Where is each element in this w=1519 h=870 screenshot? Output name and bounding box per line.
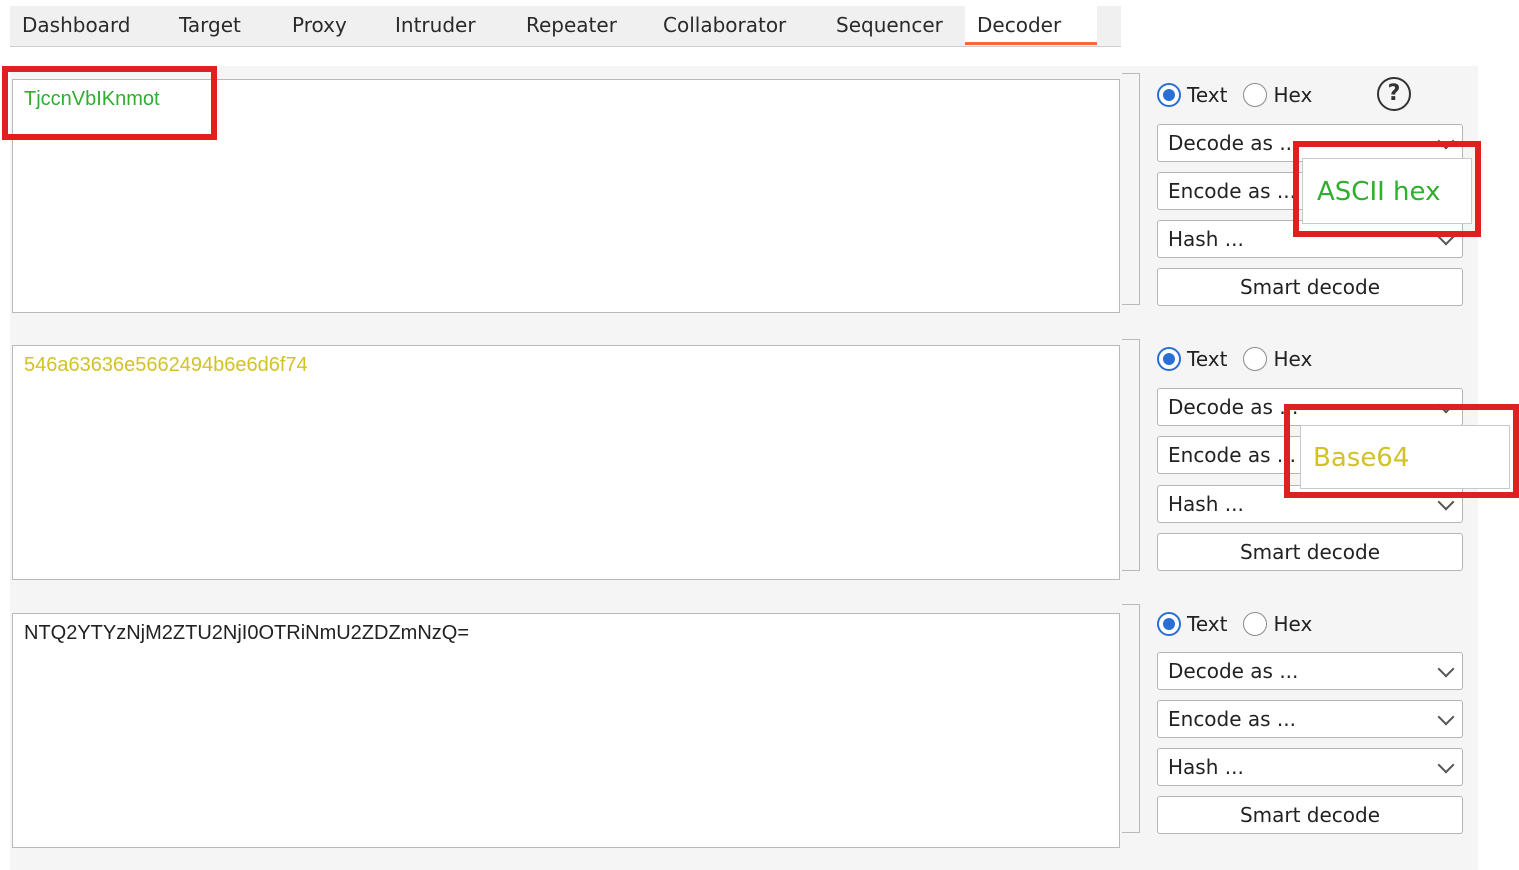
decode-as-select-2[interactable]: Decode as ... xyxy=(1157,388,1463,426)
radio-hex-label: Hex xyxy=(1273,83,1313,107)
decode-as-select-3[interactable]: Decode as ... xyxy=(1157,652,1463,690)
select-label: Hash ... xyxy=(1168,755,1244,779)
decode-as-select-1[interactable]: Decode as ... xyxy=(1157,124,1463,162)
encode-as-select-3[interactable]: Encode as ... xyxy=(1157,700,1463,738)
decoder-input-3[interactable]: NTQ2YTYzNjM2ZTU2NjI0OTRiNmU2ZDZmNzQ= xyxy=(12,613,1120,848)
radio-text-3[interactable] xyxy=(1157,612,1181,636)
chevron-down-icon xyxy=(1437,493,1455,511)
tab-decoder[interactable]: Decoder xyxy=(965,6,1097,45)
hash-select-1[interactable]: Hash ... xyxy=(1157,220,1463,258)
tab-dashboard[interactable]: Dashboard xyxy=(10,6,154,45)
chevron-down-icon xyxy=(1437,228,1455,246)
chevron-down-icon xyxy=(1437,756,1455,774)
select-label: Hash ... xyxy=(1168,227,1244,251)
hash-select-2[interactable]: Hash ... xyxy=(1157,485,1463,523)
radio-text-label: Text xyxy=(1187,612,1228,636)
help-icon[interactable]: ? xyxy=(1377,77,1411,111)
select-label: Encode as ... xyxy=(1168,179,1297,203)
row-2-format-radios: Text Hex xyxy=(1157,344,1328,374)
chevron-down-icon xyxy=(1437,396,1455,414)
radio-text-2[interactable] xyxy=(1157,347,1181,371)
tab-collaborator[interactable]: Collaborator xyxy=(651,6,811,45)
row-2-divider xyxy=(1122,339,1140,571)
decoder-input-2[interactable]: 546a63636e5662494b6e6d6f74 xyxy=(12,345,1120,580)
radio-hex-label: Hex xyxy=(1273,612,1313,636)
tab-sequencer[interactable]: Sequencer xyxy=(824,6,964,45)
encode-option-ascii-hex[interactable]: ASCII hex xyxy=(1302,158,1472,224)
tab-target[interactable]: Target xyxy=(167,6,267,45)
row-3-divider xyxy=(1122,604,1140,833)
row-1-divider xyxy=(1122,73,1140,305)
chevron-down-icon xyxy=(1437,660,1455,678)
smart-decode-button-2[interactable]: Smart decode xyxy=(1157,533,1463,571)
chevron-down-icon xyxy=(1437,708,1455,726)
radio-text-label: Text xyxy=(1187,347,1228,371)
tab-bar: Dashboard Target Proxy Intruder Repeater… xyxy=(10,6,1121,47)
tab-repeater[interactable]: Repeater xyxy=(514,6,641,45)
radio-hex-1[interactable] xyxy=(1243,83,1268,107)
radio-hex-2[interactable] xyxy=(1243,347,1268,371)
radio-text-label: Text xyxy=(1187,83,1228,107)
select-label: Decode as ... xyxy=(1168,659,1299,683)
select-label: Encode as ... xyxy=(1168,707,1297,731)
radio-text-1[interactable] xyxy=(1157,83,1181,107)
row-3-format-radios: Text Hex xyxy=(1157,609,1328,639)
tab-intruder[interactable]: Intruder xyxy=(383,6,498,45)
radio-hex-3[interactable] xyxy=(1243,612,1268,636)
radio-hex-label: Hex xyxy=(1273,347,1313,371)
select-label: Decode as ... xyxy=(1168,131,1299,155)
select-label: Encode as ... xyxy=(1168,443,1297,467)
select-label: Decode as ... xyxy=(1168,395,1299,419)
row-1-format-radios: Text Hex xyxy=(1157,80,1328,110)
decoder-input-1[interactable]: TjccnVbIKnmot xyxy=(12,79,1120,313)
select-label: Hash ... xyxy=(1168,492,1244,516)
tab-proxy[interactable]: Proxy xyxy=(280,6,375,45)
encode-option-base64[interactable]: Base64 xyxy=(1300,425,1510,489)
smart-decode-button-3[interactable]: Smart decode xyxy=(1157,796,1463,834)
hash-select-3[interactable]: Hash ... xyxy=(1157,748,1463,786)
chevron-down-icon xyxy=(1437,132,1455,150)
smart-decode-button-1[interactable]: Smart decode xyxy=(1157,268,1463,306)
